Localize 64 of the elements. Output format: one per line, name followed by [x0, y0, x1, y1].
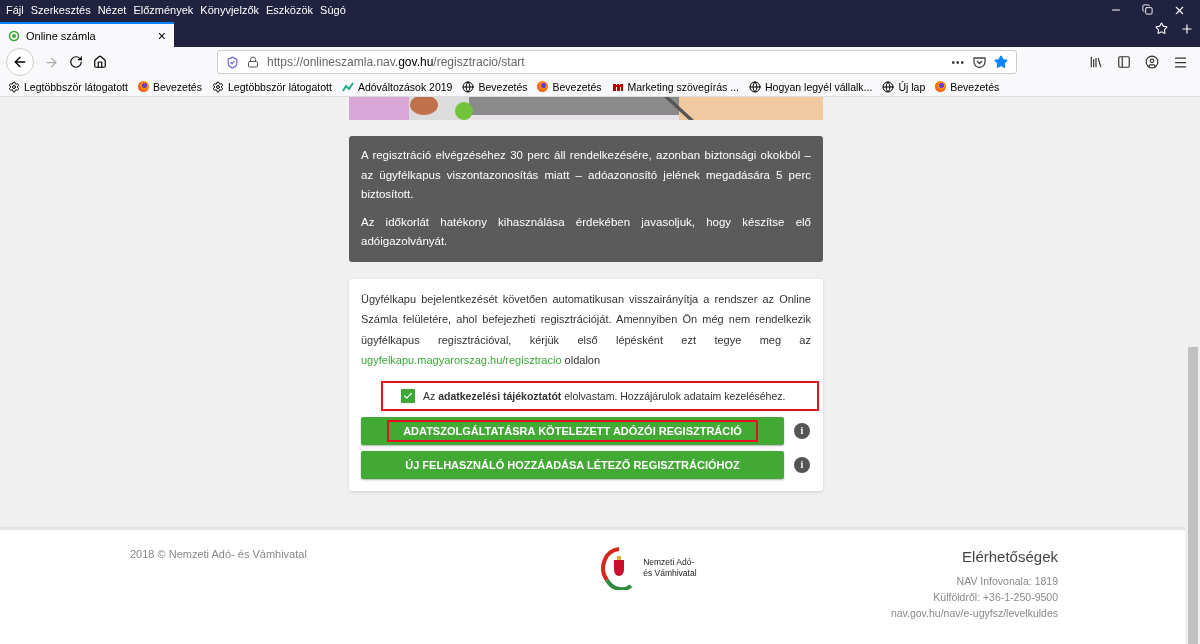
bookmark-item[interactable]: Bevezetés: [935, 80, 1000, 93]
bookmark-item[interactable]: Marketing szövegírás ...: [611, 80, 739, 93]
browser-logo-icon: [935, 81, 947, 92]
menu-item[interactable]: Nézet: [97, 4, 127, 16]
back-button[interactable]: [6, 48, 34, 76]
new-tab-icon[interactable]: [1180, 22, 1194, 36]
bookmark-item[interactable]: Bevezetés: [137, 80, 202, 93]
menu-item[interactable]: Súgó: [320, 4, 346, 16]
account-icon[interactable]: [1145, 55, 1159, 69]
logo-text: Nemzeti Adó-: [643, 557, 696, 568]
menu-icon[interactable]: [1173, 54, 1188, 70]
pocket-icon[interactable]: [973, 55, 986, 69]
chart-icon: [341, 80, 354, 93]
globe-icon: [749, 80, 761, 93]
gear-icon: [8, 80, 20, 93]
bookmark-item[interactable]: Új lap: [882, 80, 926, 93]
contact-line: Külföldről: +36-1-250-9500: [933, 591, 1058, 603]
site-icon: [8, 29, 20, 42]
notice-text: A regisztráció elvégzéséhez 30 perc áll rendelkezésére, azonban biztonsági okokból – az ügyfélkapus viszontazonosítás miatt – adóazonosító jelének megadására 5 perc biztosított.: [361, 148, 811, 202]
bookmark-item[interactable]: Legtöbbször látogatott: [8, 80, 128, 93]
site-logo-icon: [611, 81, 624, 92]
home-icon[interactable]: [93, 55, 107, 69]
menu-item[interactable]: Szerkesztés: [30, 4, 91, 16]
browser-logo-icon: [137, 81, 149, 92]
copyright-text: 2018 © Nemzeti Adó- és Vámhivatal: [130, 548, 307, 562]
bookmark-item[interactable]: Legtöbbször látogatott: [211, 80, 332, 93]
info-icon[interactable]: i: [794, 456, 810, 473]
sidebar-icon[interactable]: [1117, 55, 1131, 69]
browser-tab[interactable]: Online számla ×: [0, 22, 174, 47]
bookmark-star-icon[interactable]: [994, 55, 1008, 69]
info-paragraph: Ügyfélkapu bejelentkezését követően automatikusan visszairányítja a rendszer az Online Számla felületére, ahol befejezheti regisztrációját. Amennyiben Ön még nem rendelkezik ügyfélkapus regisztrációval, kérjük első lépésként ezt tegye meg az ugyfelkapu.magyarorszag.hu/regisztracio oldalon: [361, 291, 811, 368]
consent-text: Az adatkezelési tájékoztatót elolvastam. Hozzájárulok adataim kezeléséhez.: [423, 389, 786, 402]
gear-icon: [211, 80, 224, 93]
reload-icon[interactable]: [69, 55, 83, 69]
menu-item[interactable]: Fájl: [6, 4, 24, 16]
address-bar[interactable]: https://onlineszamla.nav.gov.hu/regisztracio/start •••: [217, 50, 1017, 74]
globe-icon: [462, 80, 475, 93]
tab-close-button[interactable]: ×: [157, 27, 166, 44]
tab-title: Online számla: [26, 29, 97, 42]
menu-item[interactable]: Eszközök: [266, 4, 314, 16]
shield-icon: [226, 55, 239, 69]
info-icon[interactable]: i: [794, 422, 810, 439]
star-icon[interactable]: [1155, 22, 1168, 35]
menu-item[interactable]: Könyvjelzők: [200, 4, 260, 16]
url-text: https://onlineszamla.nav.gov.hu/regisztracio/start: [267, 55, 526, 69]
menu-item[interactable]: Előzmények: [133, 4, 194, 16]
notice-text: Az időkorlát hatékony kihasználása érdekében javasoljuk, hogy készítse elő adóigazolványát.: [361, 214, 811, 249]
check-icon: [403, 390, 413, 401]
more-button[interactable]: •••: [951, 56, 965, 68]
bookmark-item[interactable]: Adóváltozások 2019: [341, 80, 453, 93]
contact-line: NAV Infovonala: 1819: [956, 575, 1058, 587]
contact-title: Elérhetőségek: [962, 548, 1058, 565]
bookmark-item[interactable]: Hogyan legyél vállalk...: [749, 80, 873, 93]
consent-checkbox[interactable]: [401, 388, 415, 403]
logo-text: és Vámhivatal: [643, 568, 697, 579]
library-icon[interactable]: [1089, 55, 1103, 69]
globe-icon: [882, 80, 895, 93]
lock-icon: [247, 56, 259, 68]
contact-line: nav.gov.hu/nav/e-ugyfsz/levelkuldes: [890, 607, 1058, 619]
bookmark-item[interactable]: Bevezetés: [537, 80, 602, 93]
bookmark-item[interactable]: Bevezetés: [462, 80, 528, 93]
browser-logo-icon: [537, 81, 549, 92]
close-icon[interactable]: [1173, 4, 1186, 17]
restore-icon[interactable]: [1142, 4, 1153, 15]
